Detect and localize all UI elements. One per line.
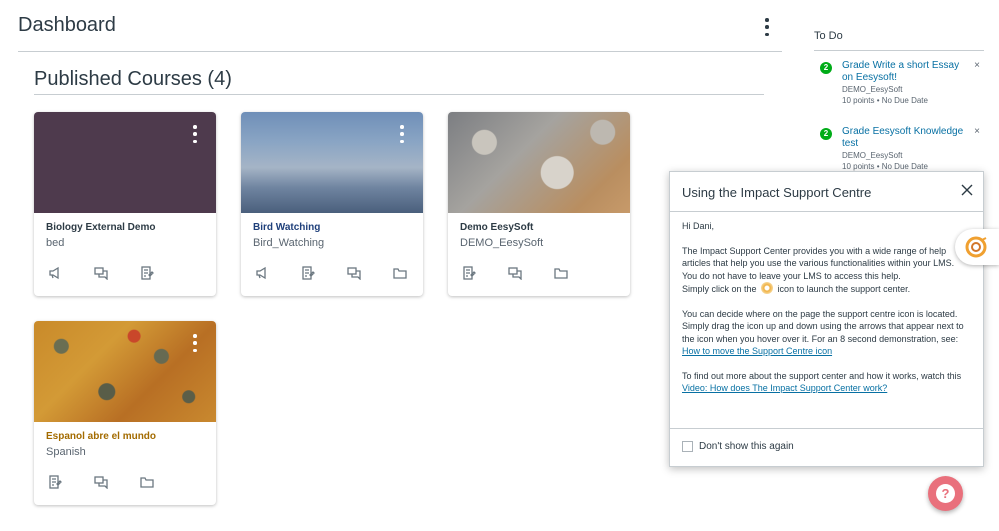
- course-card-espanol[interactable]: Espanol abre el mundo Spanish: [34, 321, 216, 505]
- support-video-link[interactable]: Video: How does The Impact Support Cente…: [682, 383, 887, 393]
- todo-course: DEMO_EesySoft: [842, 85, 903, 94]
- course-card-biology[interactable]: Biology External Demo bed: [34, 112, 216, 296]
- help-button[interactable]: ?: [928, 476, 963, 511]
- support-centre-inline-icon: [761, 282, 774, 294]
- todo-item: 2 Grade Eesysoft Knowledge test DEMO_Ees…: [820, 126, 984, 172]
- support-centre-dialog: Using the Impact Support Centre Hi Dani,…: [669, 171, 984, 467]
- files-folder-icon[interactable]: [554, 266, 600, 282]
- dialog-text: The Impact Support Center provides you w…: [682, 245, 955, 281]
- course-card-demo-eesysoft[interactable]: Demo EesySoft DEMO_EesySoft: [448, 112, 630, 296]
- support-centre-tab[interactable]: [955, 229, 999, 265]
- course-name[interactable]: Demo EesySoft: [460, 221, 618, 235]
- todo-count-badge: 2: [820, 62, 832, 74]
- published-courses-heading: Published Courses (4): [34, 68, 232, 90]
- assignments-icon[interactable]: [48, 475, 94, 491]
- todo-meta: 10 points • No Due Date: [842, 96, 928, 105]
- dialog-greeting: Hi Dani,: [682, 221, 715, 231]
- course-card-image[interactable]: [241, 112, 423, 213]
- todo-item-link[interactable]: Grade Eesysoft Knowledge test: [842, 126, 967, 150]
- move-icon-help-link[interactable]: How to move the Support Centre icon: [682, 346, 832, 356]
- course-code: Bird_Watching: [253, 237, 325, 249]
- todo-divider: [814, 50, 984, 51]
- assignments-icon[interactable]: [301, 266, 347, 282]
- course-code: Spanish: [46, 446, 86, 458]
- checkbox-label: Don't show this again: [699, 441, 794, 452]
- todo-item-link[interactable]: Grade Write a short Essay on Eesysoft!: [842, 60, 967, 84]
- todo-item: 2 Grade Write a short Essay on Eesysoft!…: [820, 60, 984, 106]
- todo-course: DEMO_EesySoft: [842, 151, 903, 160]
- course-options-icon[interactable]: [188, 334, 202, 352]
- announcements-icon[interactable]: [48, 266, 94, 282]
- discussions-icon[interactable]: [508, 266, 554, 282]
- page-title: Dashboard: [18, 14, 116, 36]
- dashboard-options-icon[interactable]: [760, 18, 774, 36]
- todo-heading: To Do: [814, 30, 843, 42]
- dialog-body: Hi Dani, The Impact Support Center provi…: [670, 212, 983, 430]
- dialog-text: icon to launch the support center.: [777, 284, 911, 294]
- course-card-image[interactable]: [448, 112, 630, 213]
- dialog-text: You can decide where on the page the sup…: [682, 308, 964, 344]
- course-options-icon[interactable]: [395, 125, 409, 143]
- dismiss-todo-icon[interactable]: ×: [974, 60, 980, 71]
- course-options-icon[interactable]: [188, 125, 202, 143]
- dialog-paragraph: The Impact Support Center provides you w…: [682, 245, 971, 296]
- course-card-image[interactable]: [34, 112, 216, 213]
- announcements-icon[interactable]: [255, 266, 301, 282]
- course-name[interactable]: Bird Watching: [253, 221, 411, 235]
- files-folder-icon[interactable]: [393, 266, 423, 282]
- section-divider: [34, 94, 764, 95]
- dialog-title: Using the Impact Support Centre: [682, 185, 872, 200]
- dialog-text: To find out more about the support cente…: [682, 370, 962, 381]
- files-folder-icon[interactable]: [140, 475, 186, 491]
- support-centre-icon: [965, 236, 987, 258]
- dialog-paragraph: To find out more about the support cente…: [682, 370, 971, 395]
- discussions-icon[interactable]: [94, 266, 140, 282]
- dismiss-todo-icon[interactable]: ×: [974, 126, 980, 137]
- assignments-icon[interactable]: [140, 266, 186, 282]
- course-code: bed: [46, 237, 65, 249]
- course-code: DEMO_EesySoft: [460, 237, 544, 249]
- close-icon[interactable]: [959, 182, 975, 198]
- course-name[interactable]: Espanol abre el mundo: [46, 430, 204, 444]
- course-name[interactable]: Biology External Demo: [46, 221, 204, 235]
- dialog-paragraph: You can decide where on the page the sup…: [682, 308, 971, 358]
- course-card-bird-watching[interactable]: Bird Watching Bird_Watching: [241, 112, 423, 296]
- todo-count-badge: 2: [820, 128, 832, 140]
- question-icon: ?: [936, 484, 955, 503]
- dont-show-again-option[interactable]: Don't show this again: [682, 441, 794, 452]
- course-card-image[interactable]: [34, 321, 216, 422]
- assignments-icon[interactable]: [462, 266, 508, 282]
- dont-show-again-checkbox[interactable]: [682, 441, 693, 452]
- discussions-icon[interactable]: [347, 266, 393, 282]
- dialog-text: Simply click on the: [682, 284, 757, 294]
- dashboard-header: Dashboard: [18, 10, 782, 52]
- discussions-icon[interactable]: [94, 475, 140, 491]
